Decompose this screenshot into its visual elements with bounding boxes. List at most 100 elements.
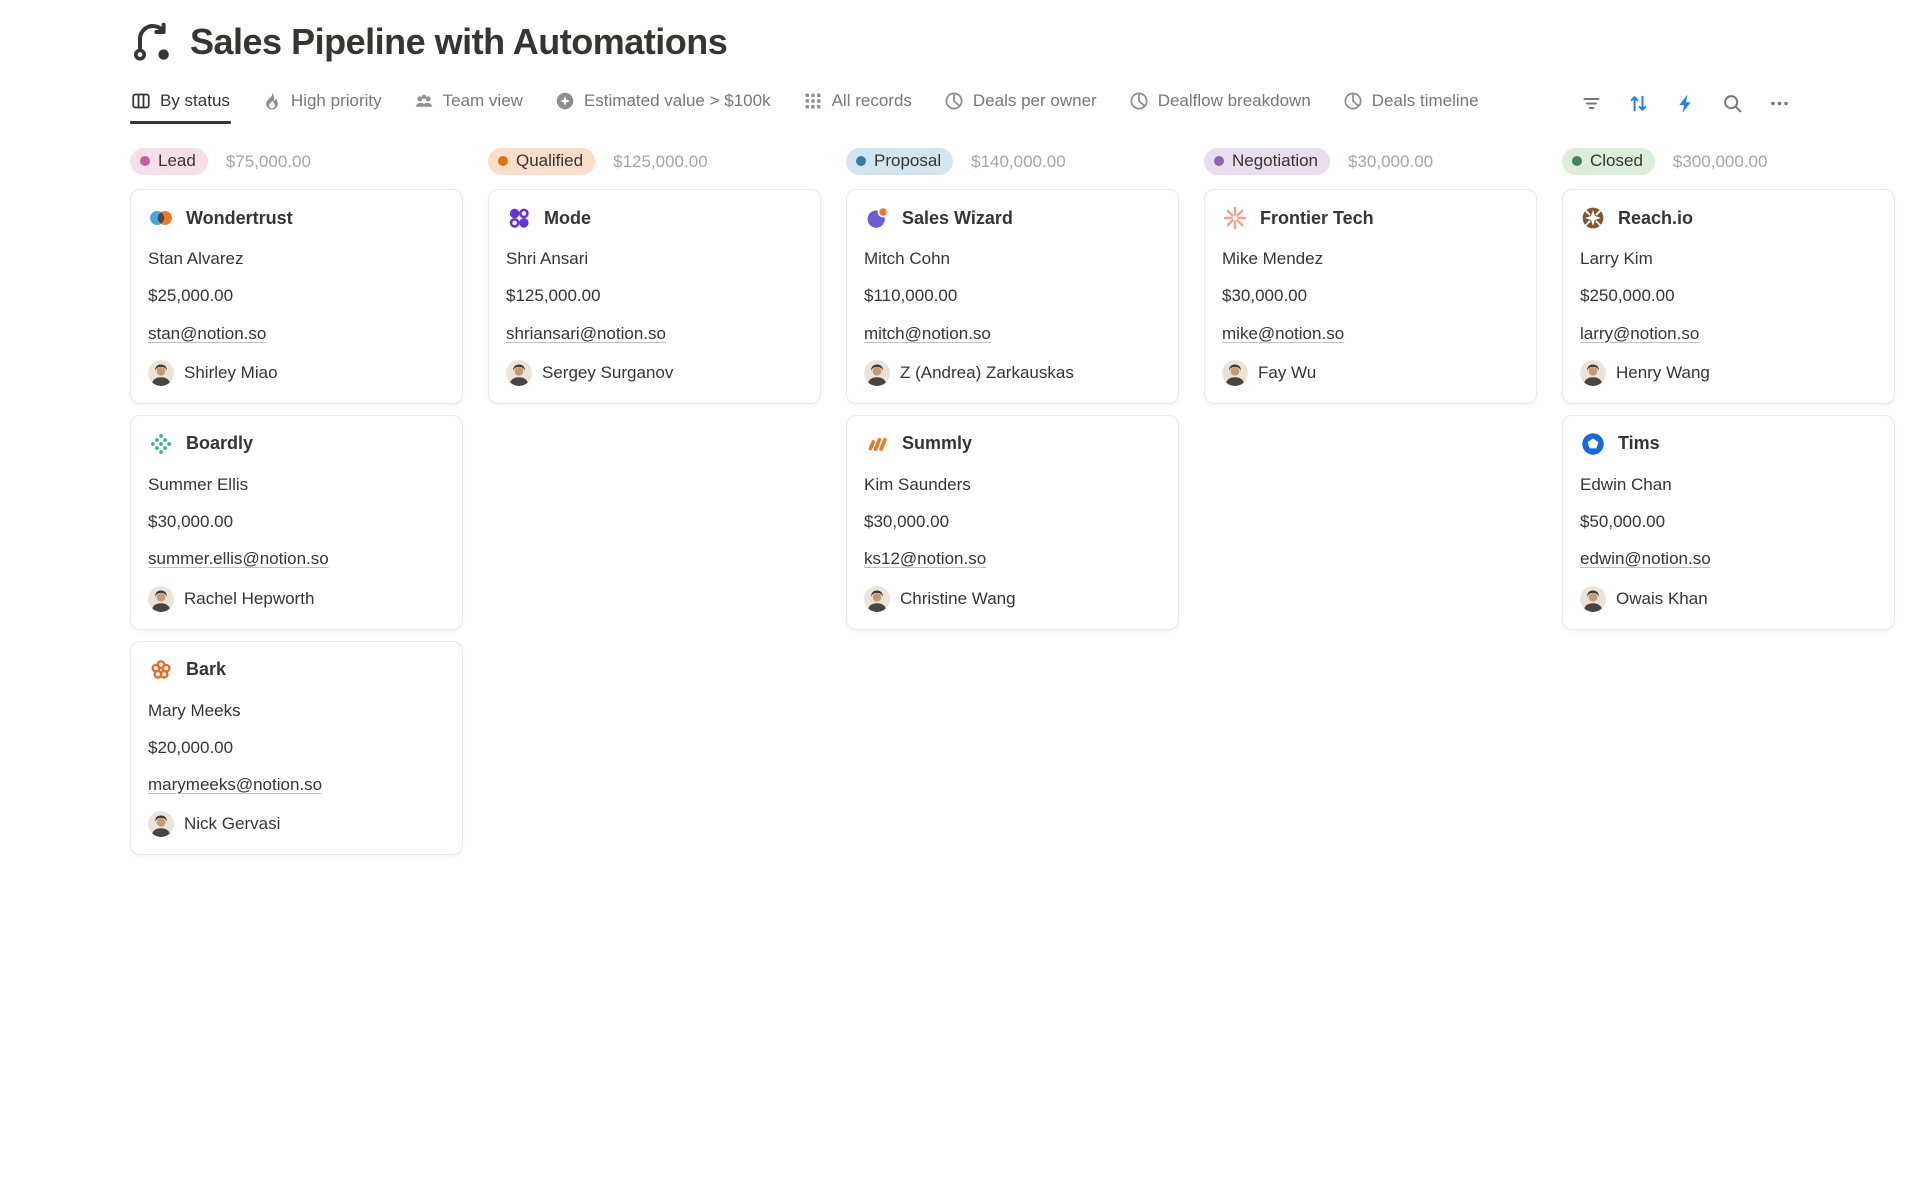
card-header: Reach.io — [1580, 205, 1877, 231]
contact-name: Stan Alvarez — [148, 248, 445, 269]
status-pill-closed[interactable]: Closed — [1562, 148, 1655, 175]
status-dot — [498, 156, 508, 166]
email-link[interactable]: larry@notion.so — [1580, 323, 1877, 344]
more-icon[interactable] — [1769, 93, 1790, 114]
deal-card-sales-wizard[interactable]: Sales WizardMitch Cohn$110,000.00mitch@n… — [846, 189, 1179, 404]
company-name: Boardly — [186, 433, 253, 454]
tab-label: Deals per owner — [973, 91, 1097, 111]
company-name: Tims — [1618, 433, 1660, 454]
email-link[interactable]: mike@notion.so — [1222, 323, 1519, 344]
card-header: Sales Wizard — [864, 205, 1161, 231]
views-bar: By status High priority Team view Estimated… — [130, 82, 1790, 124]
email-link[interactable]: summer.ellis@notion.so — [148, 548, 445, 569]
tab-label: High priority — [291, 91, 382, 111]
column-negotiation: Negotiation $30,000.00 Frontier TechMike M… — [1204, 148, 1537, 404]
status-label: Qualified — [516, 151, 583, 171]
owner-name: Nick Gervasi — [184, 814, 280, 834]
deal-card-frontier-tech[interactable]: Frontier TechMike Mendez$30,000.00mike@n… — [1204, 189, 1537, 404]
reachio-logo — [1580, 205, 1606, 231]
page-title[interactable]: Sales Pipeline with Automations — [190, 21, 727, 63]
avatar — [148, 811, 174, 837]
deal-amount: $30,000.00 — [148, 511, 445, 532]
tab-label: All records — [832, 91, 912, 111]
tab-deals-timeline[interactable]: Deals timeline — [1342, 82, 1480, 124]
search-icon[interactable] — [1722, 93, 1743, 114]
owner-name: Sergey Surganov — [542, 363, 673, 383]
email-link[interactable]: stan@notion.so — [148, 323, 445, 344]
avatar — [864, 586, 890, 612]
tab-dealflow-breakdown[interactable]: Dealflow breakdown — [1128, 82, 1312, 124]
avatar — [864, 360, 890, 386]
owner-name: Christine Wang — [900, 589, 1016, 609]
owner-row: Henry Wang — [1580, 360, 1877, 386]
tab-team-view[interactable]: Team view — [413, 82, 524, 124]
company-name: Sales Wizard — [902, 208, 1013, 229]
sort-icon[interactable] — [1628, 93, 1649, 114]
tab-all-records[interactable]: All records — [802, 82, 913, 124]
status-pill-qualified[interactable]: Qualified — [488, 148, 595, 175]
card-list: Sales WizardMitch Cohn$110,000.00mitch@n… — [846, 189, 1179, 630]
column-lead: Lead$75,000.00WondertrustStan Alvarez$25… — [130, 148, 463, 855]
view-toolbar — [1581, 93, 1790, 114]
status-label: Proposal — [874, 151, 941, 171]
mode-logo — [506, 205, 532, 231]
contact-name: Larry Kim — [1580, 248, 1877, 269]
column-total: $30,000.00 — [1348, 152, 1433, 172]
email-link[interactable]: marymeeks@notion.so — [148, 774, 445, 795]
deal-amount: $30,000.00 — [864, 511, 1161, 532]
filter-icon[interactable] — [1581, 93, 1602, 114]
tab-label: Dealflow breakdown — [1158, 91, 1311, 111]
company-name: Wondertrust — [186, 208, 293, 229]
owner-row: Nick Gervasi — [148, 811, 445, 837]
deal-card-tims[interactable]: TimsEdwin Chan$50,000.00edwin@notion.soO… — [1562, 415, 1895, 630]
wondertrust-logo — [148, 205, 174, 231]
email-link[interactable]: ks12@notion.so — [864, 548, 1161, 569]
status-dot — [1572, 156, 1582, 166]
page-header: Sales Pipeline with Automations — [0, 0, 1920, 64]
lightning-icon[interactable] — [1675, 93, 1696, 114]
owner-name: Owais Khan — [1616, 589, 1708, 609]
deal-card-summly[interactable]: SummlyKim Saunders$30,000.00ks12@notion.… — [846, 415, 1179, 630]
column-total: $125,000.00 — [613, 152, 708, 172]
deal-card-boardly[interactable]: BoardlySummer Ellis$30,000.00summer.elli… — [130, 415, 463, 630]
contact-name: Kim Saunders — [864, 474, 1161, 495]
card-header: Wondertrust — [148, 205, 445, 231]
avatar — [506, 360, 532, 386]
tab-by-status[interactable]: By status — [130, 82, 231, 124]
tab-label: Estimated value > $100k — [584, 91, 771, 111]
column-total: $300,000.00 — [1673, 152, 1768, 172]
automation-flow-icon — [130, 20, 174, 64]
avatar — [148, 586, 174, 612]
card-list: Reach.io Larry Kim $250,000.00 larry@notion… — [1562, 189, 1895, 630]
summly-logo — [864, 431, 890, 457]
tab-estimated-value-100k[interactable]: Estimated value > $100k — [554, 82, 772, 124]
owner-row: Owais Khan — [1580, 586, 1877, 612]
company-name: Bark — [186, 659, 226, 680]
card-list: Frontier TechMike Mendez$30,000.00mike@n… — [1204, 189, 1537, 404]
deal-amount: $50,000.00 — [1580, 511, 1877, 532]
deal-card-wondertrust[interactable]: Wondertrust Stan Alvarez $25,000.00 stan@no… — [130, 189, 463, 404]
board-icon — [131, 91, 151, 111]
deal-amount: $25,000.00 — [148, 285, 445, 306]
contact-name: Mitch Cohn — [864, 248, 1161, 269]
email-link[interactable]: shriansari@notion.so — [506, 323, 803, 344]
tab-high-priority[interactable]: High priority — [261, 82, 383, 124]
pie-chart-icon — [1129, 91, 1149, 111]
deal-amount: $250,000.00 — [1580, 285, 1877, 306]
status-pill-lead[interactable]: Lead — [130, 148, 208, 175]
column-total: $140,000.00 — [971, 152, 1066, 172]
email-link[interactable]: edwin@notion.so — [1580, 548, 1877, 569]
column-closed: Closed $300,000.00 Reach.io Larry Kim $250,0… — [1562, 148, 1895, 630]
email-link[interactable]: mitch@notion.so — [864, 323, 1161, 344]
tab-deals-per-owner[interactable]: Deals per owner — [943, 82, 1098, 124]
status-pill-proposal[interactable]: Proposal — [846, 148, 953, 175]
status-label: Negotiation — [1232, 151, 1318, 171]
flame-icon — [262, 91, 282, 111]
deal-card-bark[interactable]: BarkMary Meeks$20,000.00marymeeks@notion… — [130, 641, 463, 856]
tab-label: By status — [160, 91, 230, 111]
deal-card-reach-io[interactable]: Reach.io Larry Kim $250,000.00 larry@notion… — [1562, 189, 1895, 404]
status-pill-negotiation[interactable]: Negotiation — [1204, 148, 1330, 175]
deal-card-mode[interactable]: ModeShri Ansari$125,000.00shriansari@not… — [488, 189, 821, 404]
contact-name: Mary Meeks — [148, 700, 445, 721]
tab-label: Team view — [443, 91, 523, 111]
